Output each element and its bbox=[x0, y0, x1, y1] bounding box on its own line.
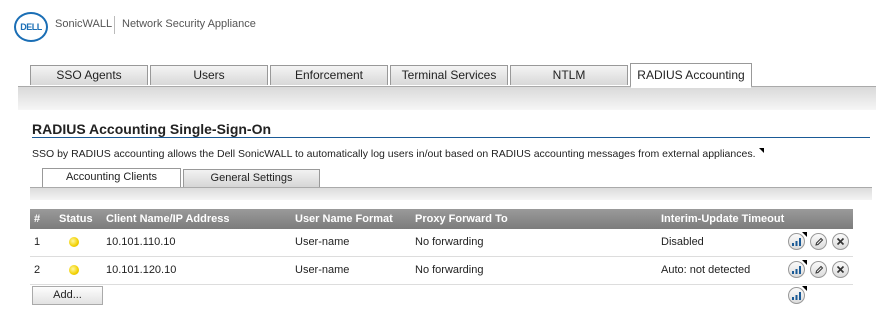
client-address: 10.101.120.10 bbox=[106, 264, 177, 276]
col-status: Status bbox=[59, 213, 93, 225]
tab-users[interactable]: Users bbox=[150, 65, 268, 85]
corner-flag bbox=[802, 260, 807, 265]
interim-timeout: Auto: not detected bbox=[661, 264, 751, 276]
tab-terminal-services[interactable]: Terminal Services bbox=[390, 65, 508, 85]
page-description: SSO by RADIUS accounting allows the Dell… bbox=[32, 148, 764, 160]
delete-icon[interactable] bbox=[832, 261, 849, 278]
brand-name: SonicWALL bbox=[55, 18, 113, 30]
user-name-format: User-name bbox=[295, 264, 350, 276]
subtab-band bbox=[30, 187, 872, 200]
col-timeout: Interim-Update Timeout bbox=[661, 213, 785, 225]
stats-icon[interactable] bbox=[788, 286, 807, 304]
help-corner-icon[interactable] bbox=[758, 148, 764, 153]
header-divider bbox=[114, 16, 115, 34]
tab-sso-agents[interactable]: SSO Agents bbox=[30, 65, 148, 85]
active-tab-joint bbox=[631, 86, 751, 88]
corner-flag bbox=[802, 232, 807, 237]
stats-icon[interactable] bbox=[788, 260, 807, 278]
stats-icon[interactable] bbox=[788, 232, 807, 250]
status-yellow-icon bbox=[69, 265, 79, 275]
table-row: 2 10.101.120.10 User-name No forwarding … bbox=[30, 257, 853, 285]
col-proxy: Proxy Forward To bbox=[415, 213, 508, 225]
tab-radius-accounting[interactable]: RADIUS Accounting bbox=[630, 63, 752, 87]
table-header: # Status Client Name/IP Address User Nam… bbox=[30, 209, 853, 229]
edit-icon[interactable] bbox=[810, 233, 827, 250]
tab-enforcement[interactable]: Enforcement bbox=[270, 65, 388, 85]
client-address: 10.101.110.10 bbox=[106, 236, 176, 248]
col-client: Client Name/IP Address bbox=[106, 213, 230, 225]
proxy-forward: No forwarding bbox=[415, 264, 484, 276]
corner-flag bbox=[802, 286, 807, 291]
edit-icon[interactable] bbox=[810, 261, 827, 278]
status-yellow-icon bbox=[69, 237, 79, 247]
description-text: SSO by RADIUS accounting allows the Dell… bbox=[32, 148, 756, 160]
row-num: 2 bbox=[34, 264, 41, 276]
tab-band bbox=[18, 86, 876, 110]
page-title: RADIUS Accounting Single-Sign-On bbox=[32, 121, 272, 137]
proxy-forward: No forwarding bbox=[415, 236, 484, 248]
row-num: 1 bbox=[34, 236, 41, 248]
app-header: DELL SonicWALL Network Security Applianc… bbox=[0, 0, 892, 55]
title-underline bbox=[32, 137, 870, 138]
app-name: Network Security Appliance bbox=[122, 18, 256, 30]
dell-logo: DELL bbox=[14, 12, 48, 42]
col-user-format: User Name Format bbox=[295, 213, 393, 225]
delete-icon[interactable] bbox=[832, 233, 849, 250]
tab-ntlm[interactable]: NTLM bbox=[510, 65, 628, 85]
table-row: 1 10.101.110.10 User-name No forwarding … bbox=[30, 229, 853, 257]
subtab-accounting-clients[interactable]: Accounting Clients bbox=[42, 168, 181, 188]
interim-timeout: Disabled bbox=[661, 236, 704, 248]
user-name-format: User-name bbox=[295, 236, 350, 248]
add-button[interactable]: Add... bbox=[32, 286, 103, 305]
subtab-general-settings[interactable]: General Settings bbox=[183, 169, 320, 187]
col-num: # bbox=[34, 213, 41, 225]
